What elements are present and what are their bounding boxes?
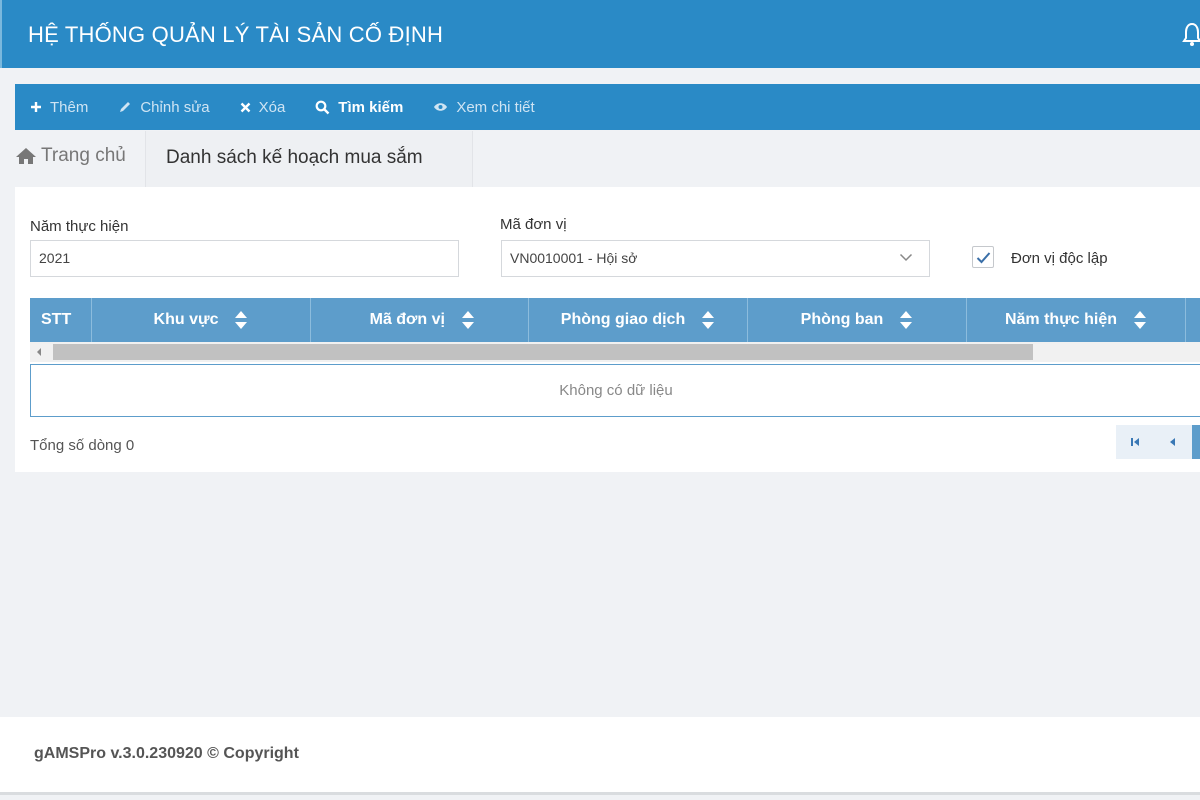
delete-button[interactable]: Xóa	[225, 84, 301, 130]
total-rows: Tổng số dòng 0	[30, 437, 135, 454]
home-icon	[16, 148, 36, 164]
column-header-transaction-office[interactable]: Phòng giao dịch	[529, 298, 748, 342]
view-detail-button[interactable]: Xem chi tiết	[418, 84, 549, 130]
column-header-department-label: Phòng ban	[800, 311, 884, 328]
pencil-icon	[120, 102, 131, 112]
chevron-down-icon	[899, 253, 913, 262]
add-button-label: Thêm	[50, 98, 89, 116]
column-header-stt-label: STT	[41, 311, 72, 328]
independent-unit-label: Đơn vị độc lập	[1011, 250, 1108, 267]
delete-button-label: Xóa	[258, 98, 286, 116]
column-header-department[interactable]: Phòng ban	[748, 298, 967, 342]
times-icon	[240, 102, 250, 112]
search-button-label: Tìm kiếm	[338, 98, 404, 116]
main-panel: Năm thực hiện 2021 Mã đơn vị VN0010001 -…	[15, 187, 1200, 472]
column-header-unit-code[interactable]: Mã đơn vị	[311, 298, 529, 342]
year-label: Năm thực hiện	[30, 218, 129, 235]
column-header-year[interactable]: Năm thực hiện	[967, 298, 1186, 342]
edit-button[interactable]: Chỉnh sửa	[103, 84, 224, 130]
column-header-region-label: Khu vực	[153, 311, 219, 328]
current-page-button[interactable]	[1192, 425, 1200, 459]
column-header-transaction-office-label: Phòng giao dịch	[560, 311, 686, 328]
first-page-icon	[1131, 438, 1139, 446]
independent-unit-checkbox[interactable]	[972, 246, 994, 268]
add-button[interactable]: Thêm	[15, 84, 103, 130]
eye-icon	[434, 103, 448, 111]
first-page-button[interactable]	[1116, 425, 1154, 459]
unit-select[interactable]: VN0010001 - Hội sở	[501, 240, 930, 277]
column-header-unit-code-label: Mã đơn vị	[369, 311, 445, 328]
column-header-stt[interactable]: STT	[30, 298, 92, 342]
scrollbar-thumb[interactable]	[53, 344, 1033, 360]
plus-icon	[31, 102, 41, 112]
tab-purchase-plans-label: Danh sách kế hoạch mua sắm	[166, 147, 423, 168]
unit-select-value: VN0010001 - Hội sở	[510, 250, 638, 266]
check-icon	[976, 252, 991, 264]
sort-icon	[235, 311, 248, 329]
bell-icon[interactable]	[1182, 22, 1200, 48]
copyright-text: gAMSPro v.3.0.230920 © Copyright	[34, 745, 299, 762]
app-header: HỆ THỐNG QUẢN LÝ TÀI SẢN CỐ ĐỊNH	[0, 0, 1200, 68]
search-button[interactable]: Tìm kiếm	[300, 84, 418, 130]
action-toolbar: Thêm Chỉnh sửa Xóa Tìm kiếm Xem chi tiết	[15, 84, 1200, 130]
table-header: STT Khu vực Mã đơn vị Phòng giao dịch Ph…	[30, 298, 1200, 342]
pagination	[1116, 425, 1200, 459]
sort-icon	[1134, 311, 1147, 329]
sort-icon	[900, 311, 913, 329]
year-field[interactable]: 2021	[30, 240, 459, 277]
horizontal-scrollbar[interactable]	[30, 342, 1200, 362]
breadcrumb-home-label: Trang chủ	[41, 145, 126, 166]
empty-message: Không có dữ liệu	[559, 382, 673, 399]
sort-icon	[702, 311, 715, 329]
table-body: Không có dữ liệu	[30, 364, 1200, 417]
edit-button-label: Chỉnh sửa	[140, 98, 210, 116]
footer: gAMSPro v.3.0.230920 © Copyright	[0, 717, 1200, 795]
previous-page-icon	[1170, 438, 1175, 446]
scroll-left-icon[interactable]	[36, 347, 42, 357]
view-detail-button-label: Xem chi tiết	[456, 98, 535, 116]
search-icon	[315, 100, 330, 114]
column-header-year-label: Năm thực hiện	[1004, 311, 1118, 328]
breadcrumb: Trang chủ Danh sách kế hoạch mua sắm	[15, 131, 1200, 187]
sort-icon	[462, 311, 474, 329]
unit-label: Mã đơn vị	[500, 216, 567, 233]
app-title: HỆ THỐNG QUẢN LÝ TÀI SẢN CỐ ĐỊNH	[28, 22, 444, 47]
previous-page-button[interactable]	[1154, 425, 1192, 459]
column-header-region[interactable]: Khu vực	[92, 298, 311, 342]
breadcrumb-home[interactable]: Trang chủ	[15, 145, 126, 167]
tab-purchase-plans[interactable]: Danh sách kế hoạch mua sắm	[145, 131, 473, 187]
